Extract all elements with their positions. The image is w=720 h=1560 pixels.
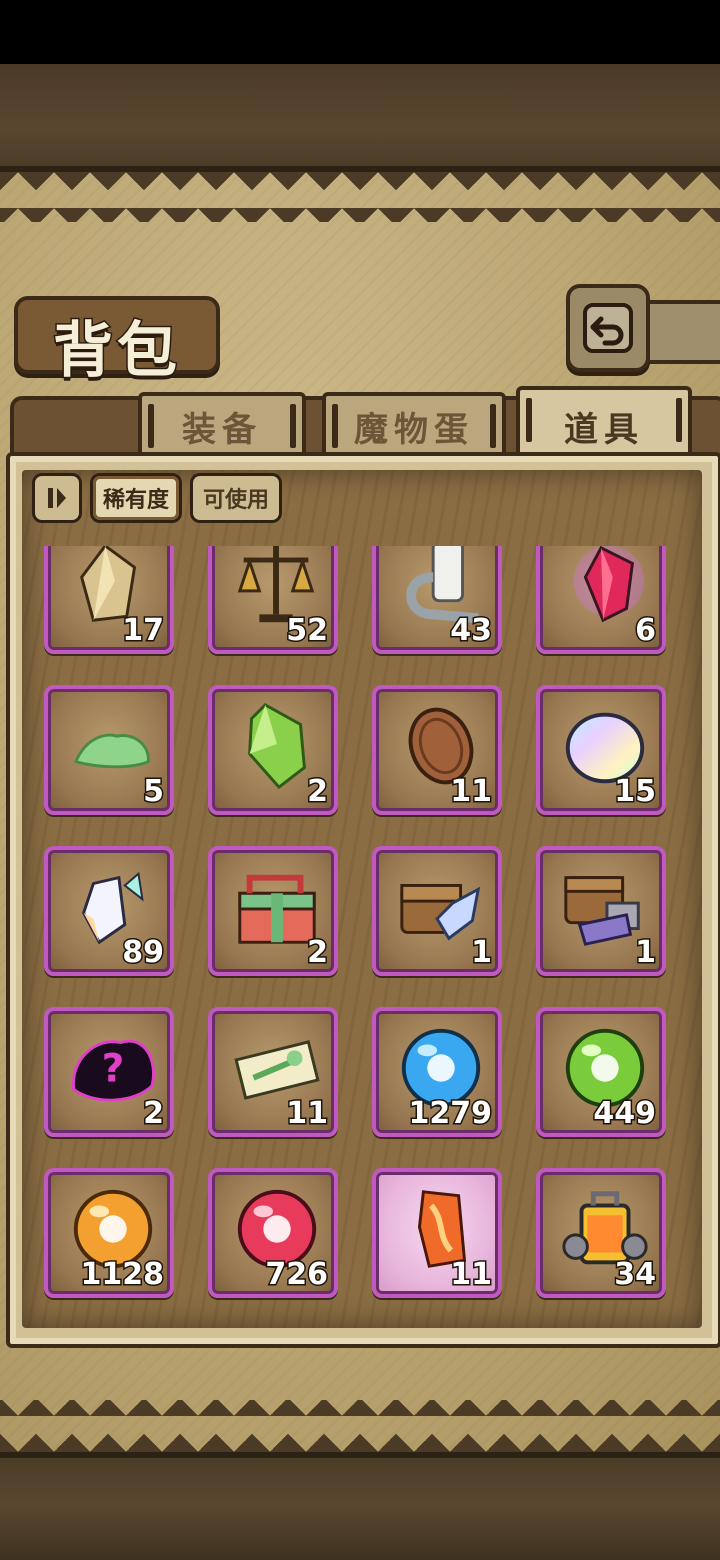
item-slot[interactable]: 2 [208,846,338,976]
item-count: 11 [449,773,494,811]
tab-equipment[interactable]: 装备 [138,392,306,460]
usable-filter-button[interactable]: 可使用 [190,473,283,523]
rarity-filter-button[interactable]: 稀有度 [90,473,183,523]
item-count: 1128 [79,1256,165,1294]
item-count: 1 [470,934,494,972]
torn-edge-bottom [0,1400,720,1452]
item-count: 1279 [407,1095,493,1133]
item-count: 5 [142,773,166,811]
status-bar [0,0,720,64]
item-slot[interactable]: 52 [208,546,338,654]
page-title: 背包 [52,315,181,388]
item-slot[interactable]: 17 [44,546,174,654]
item-slot[interactable]: 34 [536,1168,666,1298]
item-slot[interactable]: 449 [536,1007,666,1137]
item-slot[interactable]: 1128 [44,1168,174,1298]
item-count: 89 [121,934,166,972]
svg-text:?: ? [102,1047,125,1092]
tab-items-label: 道具 [564,409,644,450]
item-slot[interactable]: 11 [208,1007,338,1137]
item-slot[interactable]: 1 [372,846,502,976]
sort-toggle-icon [48,488,66,508]
item-slot[interactable]: 11 [372,1168,502,1298]
tab-monster-eggs[interactable]: 魔物蛋 [322,392,506,460]
item-slot[interactable]: 11 [372,685,502,815]
item-slot[interactable]: 2 [208,685,338,815]
filter-row: 稀有度 可使用 [32,472,283,524]
item-count: 15 [613,773,658,811]
item-slot[interactable]: 43 [372,546,502,654]
item-count: 52 [285,612,330,650]
tab-equipment-label: 装备 [182,409,262,450]
item-count: 2 [142,1095,166,1133]
item-count: 1 [634,934,658,972]
item-count: 449 [592,1095,658,1133]
item-count: 2 [306,773,330,811]
item-grid-viewport[interactable]: 17 52 43 6 5 2 11 15 89 2 1 1? 2 11 1279 449 1128 726 11 34 [22,546,702,1306]
tab-monster-eggs-label: 魔物蛋 [354,409,474,450]
item-count: 11 [449,1256,494,1294]
sort-toggle-button[interactable] [32,473,82,523]
item-slot[interactable]: 726 [208,1168,338,1298]
back-button[interactable] [566,284,650,372]
item-count: 17 [121,612,166,650]
item-slot[interactable]: 1279 [372,1007,502,1137]
item-count: 43 [449,612,494,650]
bottom-map-band [0,1452,720,1560]
return-arrow-icon [583,303,633,353]
item-slot[interactable]: 15 [536,685,666,815]
item-count: 726 [264,1256,330,1294]
top-map-band [0,64,720,172]
item-slot[interactable]: 6 [536,546,666,654]
item-count: 34 [613,1256,658,1294]
torn-edge-top [0,172,720,222]
page-title-plaque: 背包 [14,296,220,388]
item-count: 2 [306,934,330,972]
item-count: 6 [634,612,658,650]
item-slot[interactable]: 1 [536,846,666,976]
item-slot[interactable]: 89 [44,846,174,976]
item-slot[interactable]: ? 2 [44,1007,174,1137]
item-slot[interactable]: 5 [44,685,174,815]
back-button-rail [640,300,720,364]
item-count: 11 [285,1095,330,1133]
